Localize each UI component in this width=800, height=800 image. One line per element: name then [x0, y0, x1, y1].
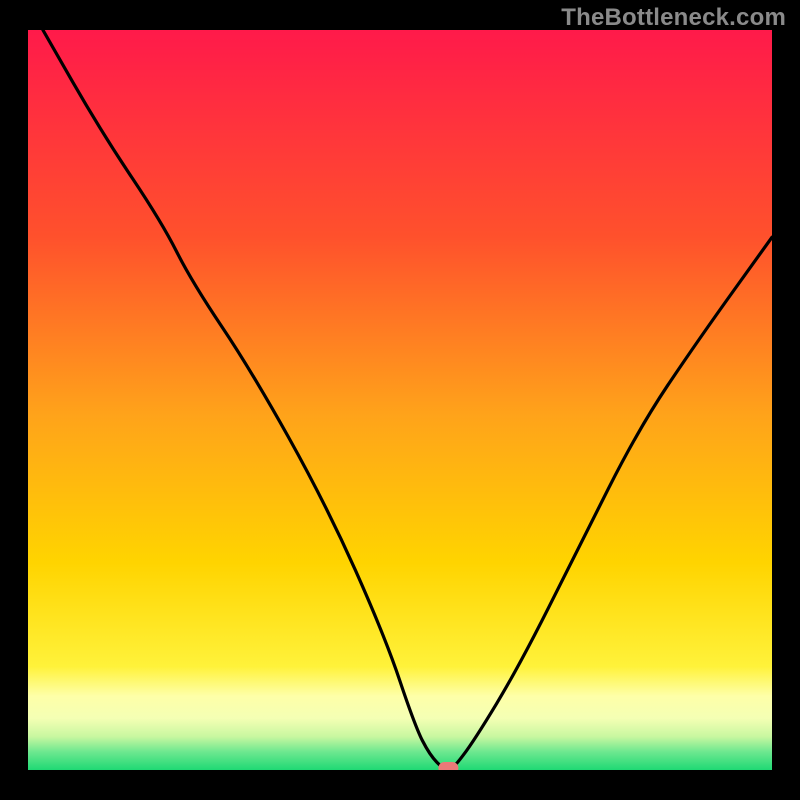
bottleneck-plot [0, 0, 800, 800]
minimum-marker [438, 762, 458, 774]
chart-container: { "watermark": "TheBottleneck.com", "col… [0, 0, 800, 800]
gradient-background [28, 30, 772, 770]
watermark-text: TheBottleneck.com [561, 4, 786, 32]
